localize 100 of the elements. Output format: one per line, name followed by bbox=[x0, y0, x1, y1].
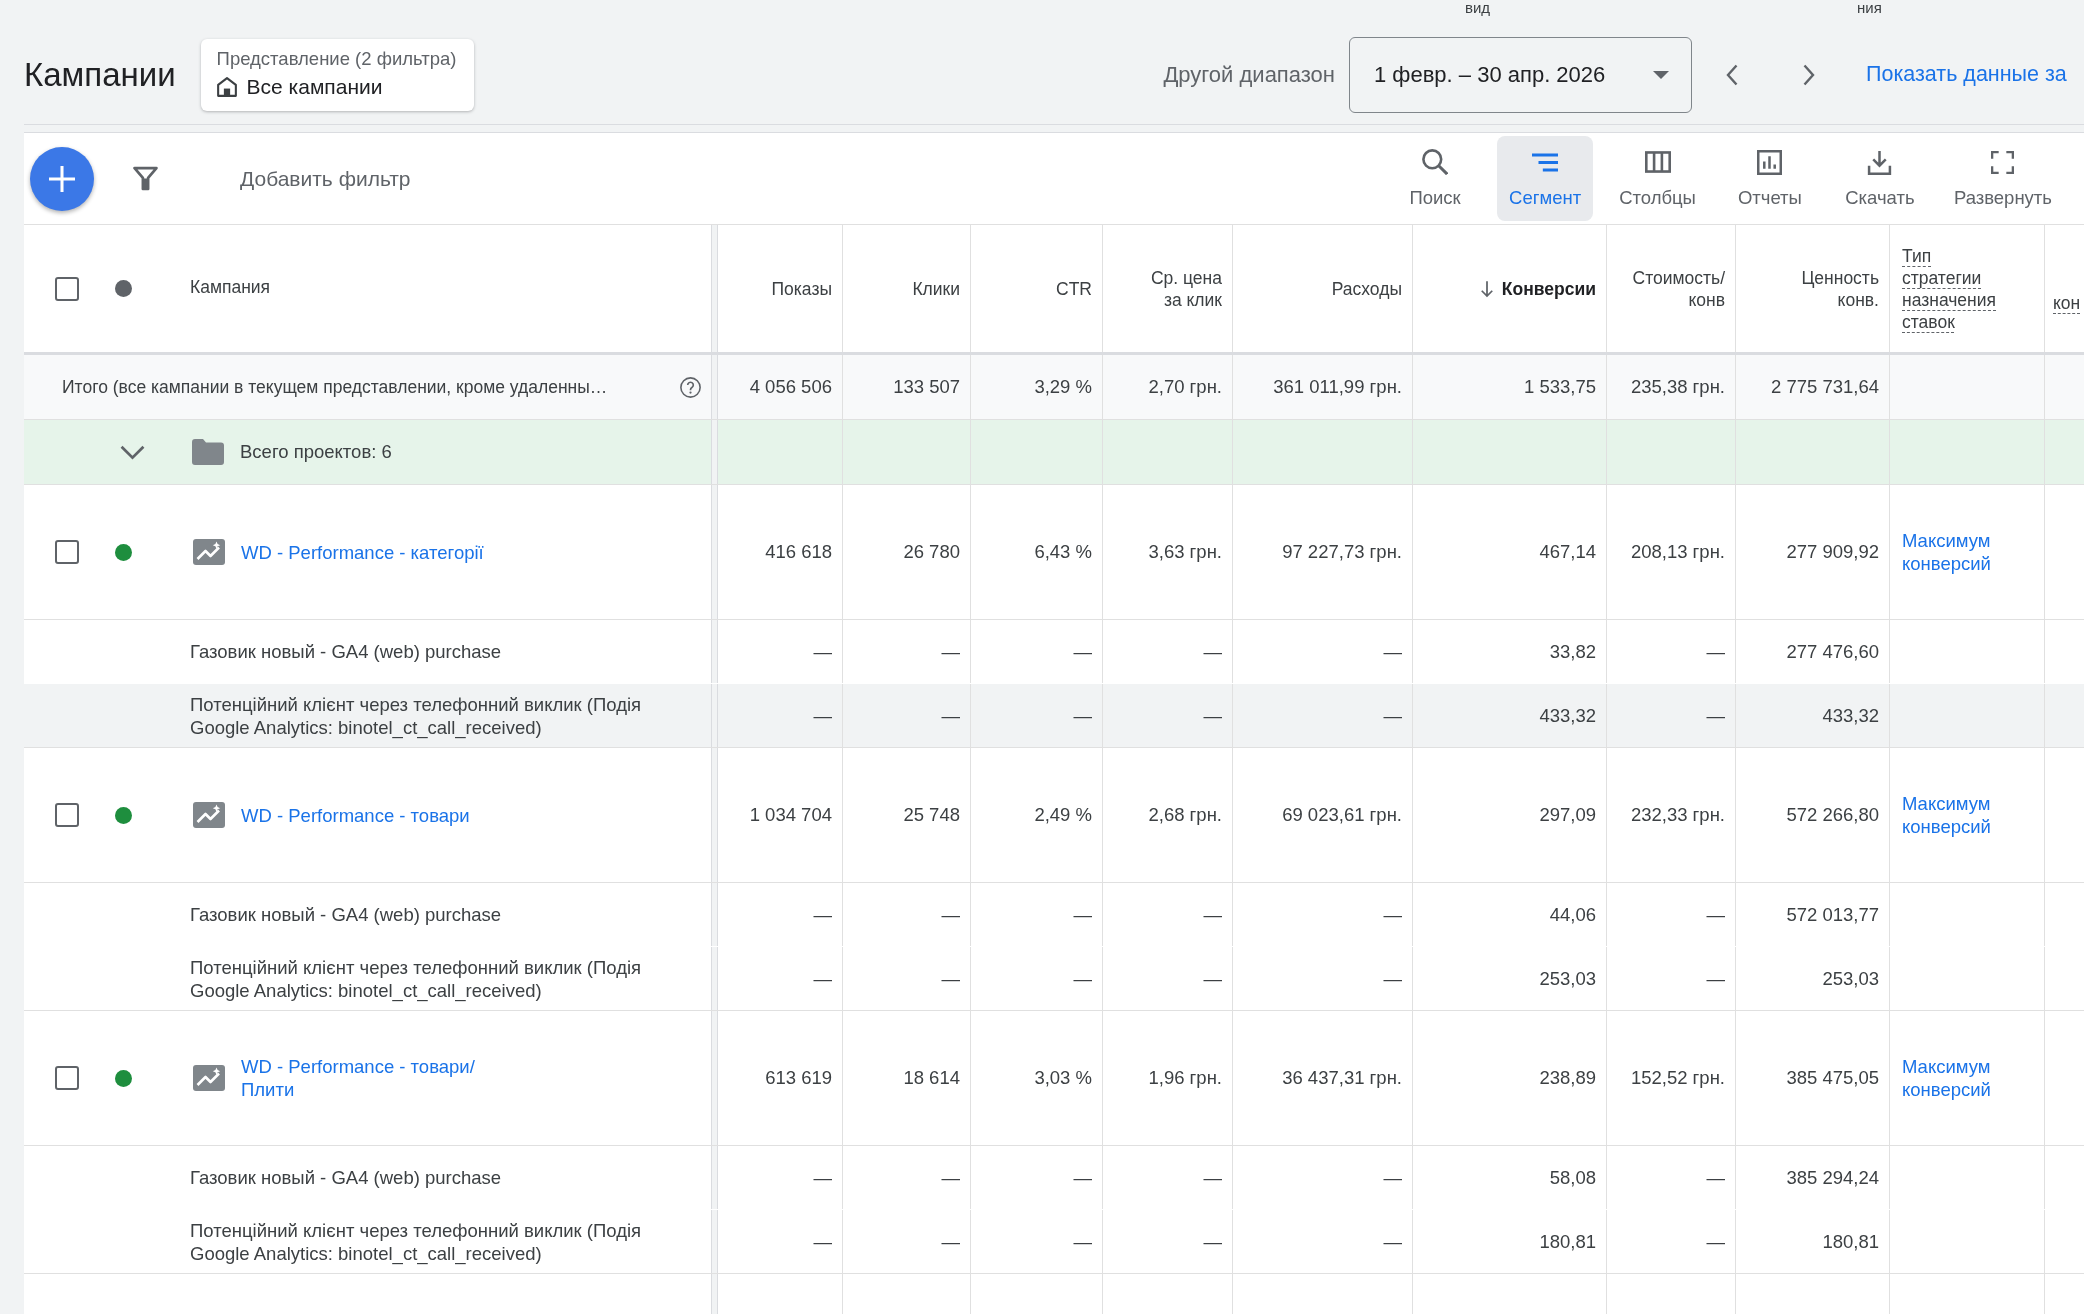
table-cell: — bbox=[718, 947, 843, 1010]
show-data-link[interactable]: Показать данные за bbox=[1866, 62, 2084, 87]
table-cell: 25 748 bbox=[843, 748, 971, 882]
table-cell: 1,96 грн. bbox=[1103, 1011, 1233, 1145]
checkbox[interactable] bbox=[55, 276, 79, 301]
bid-strategy-link[interactable]: Максимум конверсий bbox=[1902, 529, 2032, 575]
table-cell: 44,06 bbox=[1413, 883, 1607, 946]
table-cell: 2,68 грн. bbox=[1103, 748, 1233, 882]
add-filter-button[interactable]: Добавить фильтр bbox=[240, 160, 411, 197]
table-cell: — bbox=[1607, 1210, 1736, 1273]
table-cell: — bbox=[1233, 1210, 1413, 1273]
reports-button[interactable]: Отчеты bbox=[1721, 136, 1818, 221]
column-header[interactable]: Конверсии bbox=[1413, 225, 1607, 352]
view-selector[interactable]: Представление (2 фильтра) Все кампании bbox=[200, 38, 475, 111]
table-cell: 416 618 bbox=[718, 485, 843, 619]
table-cell: 1 034 704 bbox=[718, 748, 843, 882]
table-cell: 253,03 bbox=[1413, 947, 1607, 1010]
table-cell: 6,43 % bbox=[971, 485, 1103, 619]
table-cell: 467,14 bbox=[1413, 485, 1607, 619]
table-cell: 3,03 % bbox=[971, 1011, 1103, 1145]
conversion-action-label: Газовик новый - GA4 (web) purchase bbox=[189, 640, 503, 663]
bid-strategy-link[interactable]: Максимум конверсий bbox=[1902, 1055, 2032, 1101]
table-cell: — bbox=[971, 883, 1103, 946]
table-cell: 277 476,60 bbox=[1736, 620, 1890, 683]
table-cell: 572 013,77 bbox=[1736, 883, 1890, 946]
column-header[interactable]: Кампания bbox=[190, 271, 271, 306]
table-cell: 133 507 bbox=[843, 355, 971, 419]
table-cell: 2,70 грн. bbox=[1103, 355, 1233, 419]
table-cell: 433,32 bbox=[1413, 684, 1607, 747]
table-cell: — bbox=[971, 1210, 1103, 1273]
table-cell: — bbox=[1607, 684, 1736, 747]
table-cell: 385 294,24 bbox=[1736, 1146, 1890, 1209]
column-header[interactable]: Ср. цена за клик bbox=[1103, 225, 1233, 352]
campaign-link[interactable]: WD - Performance - категорії bbox=[241, 540, 484, 564]
table-cell: 385 475,05 bbox=[1736, 1011, 1890, 1145]
table-cell: — bbox=[971, 1146, 1103, 1209]
date-range-dropdown[interactable]: 1 февр. – 30 апр. 2026 bbox=[1349, 36, 1692, 113]
fullscreen-icon bbox=[1991, 150, 2015, 174]
search-button[interactable]: Поиск bbox=[1387, 136, 1483, 221]
table-cell: 433,32 bbox=[1736, 684, 1890, 747]
filter-icon bbox=[132, 166, 158, 191]
table-cell: 180,81 bbox=[1413, 1210, 1607, 1273]
table-cell: 18 614 bbox=[843, 1011, 971, 1145]
table-cell: — bbox=[971, 620, 1103, 683]
table-cell: — bbox=[843, 1210, 971, 1273]
totals-label: Итого (все кампании в текущем представлении, кроме удаленны… bbox=[61, 376, 609, 398]
table-cell: 3,29 % bbox=[971, 355, 1103, 419]
table-cell: 36 437,31 грн. bbox=[1233, 1011, 1413, 1145]
column-header[interactable]: Расходы bbox=[1233, 225, 1413, 352]
table-cell: 208,13 грн. bbox=[1607, 485, 1736, 619]
table-cell: — bbox=[971, 947, 1103, 1010]
table-cell: — bbox=[718, 1146, 843, 1209]
expand-button[interactable]: Развернуть bbox=[1941, 136, 2064, 221]
table-cell: 69 023,61 грн. bbox=[1233, 748, 1413, 882]
column-header[interactable]: кон bbox=[2045, 225, 2084, 352]
table-cell: 572 266,80 bbox=[1736, 748, 1890, 882]
table-cell: — bbox=[1607, 620, 1736, 683]
column-header[interactable]: Ценность конв. bbox=[1736, 225, 1890, 352]
cut-off-label: вид bbox=[1465, 0, 1491, 16]
bid-strategy-link[interactable]: Максимум конверсий bbox=[1902, 792, 2032, 838]
table-cell: 97 227,73 грн. bbox=[1233, 485, 1413, 619]
trend-chart-icon bbox=[193, 802, 225, 828]
table-cell: 152,52 грн. bbox=[1607, 1011, 1736, 1145]
column-header[interactable]: CTR bbox=[971, 225, 1103, 352]
table-cell: 4 056 506 bbox=[718, 355, 843, 419]
page-title: Кампании bbox=[24, 55, 176, 94]
folder-icon bbox=[192, 439, 224, 465]
checkbox[interactable] bbox=[55, 803, 79, 827]
arrow-down-icon bbox=[1479, 279, 1494, 298]
table-cell: 1 533,75 bbox=[1413, 355, 1607, 419]
chevron-down-icon[interactable] bbox=[120, 444, 145, 460]
conversion-action-label: Потенційний клієнт через телефонний виклик (Подія Google Analytics: binotel_ct_call_received) bbox=[189, 692, 643, 739]
table-cell: 33,82 bbox=[1413, 620, 1607, 683]
table-cell: — bbox=[1103, 947, 1233, 1010]
column-header[interactable]: Показы bbox=[718, 225, 843, 352]
campaign-link[interactable]: WD - Performance - товари bbox=[241, 803, 470, 827]
trend-chart-icon bbox=[193, 1065, 225, 1091]
table-cell: — bbox=[843, 684, 971, 747]
table-cell: — bbox=[1233, 947, 1413, 1010]
table-cell: — bbox=[1233, 620, 1413, 683]
column-header[interactable]: Стоимость/ конв bbox=[1607, 225, 1736, 352]
column-header[interactable]: Тип стратегии назначения ставок bbox=[1890, 225, 2045, 352]
help-icon[interactable] bbox=[680, 376, 701, 398]
table-cell: 277 909,92 bbox=[1736, 485, 1890, 619]
table-cell: 235,38 грн. bbox=[1607, 355, 1736, 419]
chevron-right-icon bbox=[1803, 63, 1815, 86]
columns-icon bbox=[1644, 151, 1671, 173]
caret-down-icon bbox=[1653, 70, 1669, 79]
checkbox[interactable] bbox=[55, 540, 79, 564]
chevron-left-icon bbox=[1726, 63, 1738, 86]
columns-button[interactable]: Столбцы bbox=[1607, 136, 1708, 221]
download-button[interactable]: Скачать bbox=[1831, 136, 1928, 221]
checkbox[interactable] bbox=[55, 1066, 79, 1090]
table-cell: — bbox=[1607, 947, 1736, 1010]
table-cell: — bbox=[1103, 883, 1233, 946]
campaign-link[interactable]: WD - Performance - товари/ Плити bbox=[241, 1055, 531, 1101]
column-header[interactable]: Клики bbox=[843, 225, 971, 352]
add-button[interactable] bbox=[30, 146, 94, 211]
table-cell: — bbox=[843, 1146, 971, 1209]
segment-button[interactable]: Сегмент bbox=[1497, 136, 1594, 221]
